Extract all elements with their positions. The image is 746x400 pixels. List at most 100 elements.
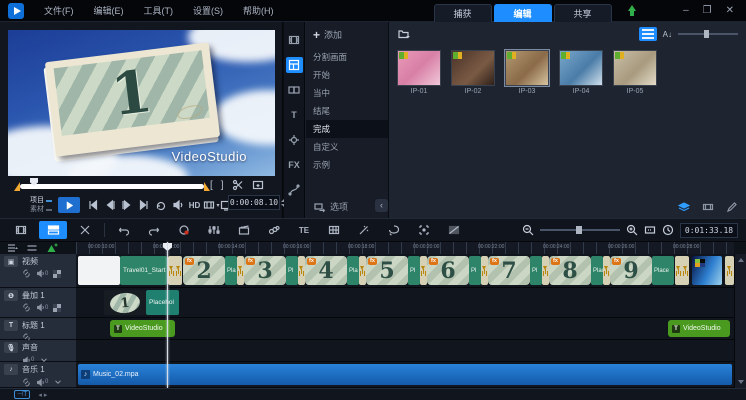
clip-number[interactable]: fx8 xyxy=(549,256,591,285)
clip-trans[interactable] xyxy=(675,256,689,285)
clip-mini[interactable]: Plac xyxy=(591,256,603,285)
time-remap-button[interactable] xyxy=(412,221,436,239)
media-library-icon[interactable] xyxy=(286,32,303,48)
redo-button[interactable] xyxy=(142,221,166,239)
track-list-icon[interactable] xyxy=(6,242,19,254)
video-preview[interactable]: 1 VideoStudio xyxy=(8,30,275,176)
category-当中[interactable]: 当中 xyxy=(306,84,388,102)
storyboard-view-button[interactable] xyxy=(9,221,33,239)
clip-photo[interactable]: 1 xyxy=(104,290,146,315)
track-checker-icon[interactable] xyxy=(53,304,61,312)
clip-mini[interactable]: Pla xyxy=(225,256,237,285)
auto-music-button[interactable] xyxy=(232,221,256,239)
undo-button[interactable] xyxy=(112,221,136,239)
mode-toggle[interactable]: 项目 素材 xyxy=(30,197,52,213)
clip-mini[interactable]: Pl xyxy=(286,256,298,285)
preview-scrubber[interactable] xyxy=(14,182,210,192)
category-完成[interactable]: 完成 xyxy=(306,120,388,138)
instant-project-icon[interactable] xyxy=(286,57,303,73)
zoom-ratio-dropdown[interactable]: ▾ xyxy=(203,197,220,213)
mark-in-button[interactable]: [ xyxy=(210,180,213,191)
clip-mini[interactable]: Place xyxy=(652,256,674,285)
template-item[interactable]: IP-04 xyxy=(559,50,603,95)
clip-trans[interactable] xyxy=(603,256,610,285)
transition-icon[interactable] xyxy=(286,82,303,98)
clip-number[interactable]: fx9 xyxy=(610,256,652,285)
play-button[interactable] xyxy=(58,197,80,213)
end-button[interactable] xyxy=(135,197,152,213)
track-chev-icon[interactable] xyxy=(53,377,63,387)
nav-arrows-icon[interactable]: ◂ ▸ xyxy=(38,391,47,399)
prev-frame-button[interactable] xyxy=(101,197,118,213)
clip-mini[interactable]: Pl xyxy=(469,256,481,285)
clip-number[interactable]: fx7 xyxy=(488,256,530,285)
zoom-in-button[interactable] xyxy=(626,224,638,236)
track-header-视频[interactable]: ▣视频0 xyxy=(0,254,76,288)
home-button[interactable] xyxy=(84,197,101,213)
category-开始[interactable]: 开始 xyxy=(306,66,388,84)
clip-blank[interactable] xyxy=(78,256,120,285)
clip-title[interactable]: TVideoStudio xyxy=(668,320,730,337)
timeline-view-button[interactable] xyxy=(39,221,67,239)
ripple-edit-icon[interactable]: ⊣T xyxy=(14,390,30,399)
clip-number[interactable]: fx4 xyxy=(305,256,347,285)
category-自定义[interactable]: 自定义 xyxy=(306,138,388,156)
track-checker-icon[interactable] xyxy=(53,270,61,278)
mode-project-label[interactable]: 项目 xyxy=(30,197,44,204)
track-header-音乐 1[interactable]: ♪音乐 10 xyxy=(0,362,76,388)
collapse-panel-button[interactable]: ‹ xyxy=(375,199,388,212)
playhead[interactable] xyxy=(167,242,168,388)
clip-trans[interactable] xyxy=(237,256,244,285)
preview-timecode[interactable]: 0:00:08.10 xyxy=(228,195,280,210)
track-link-icon[interactable] xyxy=(22,269,31,278)
clip-trans[interactable] xyxy=(542,256,549,285)
timeline-ruler[interactable]: 00:00:10:0000:00:12:0000:00:14:0000:00:1… xyxy=(76,242,734,254)
add-category-button[interactable]: + 添加 xyxy=(306,22,388,48)
menu-item-4[interactable]: 帮助(H) xyxy=(233,0,284,22)
track-link-icon[interactable] xyxy=(22,378,31,387)
clip-trans[interactable] xyxy=(725,256,734,285)
mode-clip-label[interactable]: 素材 xyxy=(30,206,44,213)
track-header-标题 1[interactable]: T标题 1 xyxy=(0,318,76,340)
clip-number[interactable]: fx6 xyxy=(427,256,469,285)
repeat-button[interactable] xyxy=(152,197,169,213)
timeline-scrollbar[interactable] xyxy=(734,254,746,388)
category-分割画面[interactable]: 分割画面 xyxy=(306,48,388,66)
track-link-icon[interactable] xyxy=(22,303,31,312)
graphic-icon[interactable] xyxy=(286,132,303,148)
clip-number[interactable]: fx2 xyxy=(183,256,225,285)
category-示例[interactable]: 示例 xyxy=(306,156,388,174)
thumbnail-size-slider[interactable] xyxy=(678,29,738,39)
clip-trans[interactable] xyxy=(359,256,366,285)
track-row-title[interactable]: TVideoStudioTVideoStudio xyxy=(76,318,734,340)
edit-view-icon[interactable] xyxy=(724,201,740,213)
add-track-icon[interactable] xyxy=(45,242,58,254)
menu-item-0[interactable]: 文件(F) xyxy=(34,0,84,22)
options-button[interactable]: 选项 xyxy=(306,200,348,213)
mark-out-button[interactable]: ] xyxy=(221,180,224,191)
enlarge-preview-button[interactable] xyxy=(252,179,264,191)
sound-mixer-button[interactable] xyxy=(202,221,226,239)
zoom-out-button[interactable] xyxy=(522,224,534,236)
clip-trans[interactable] xyxy=(420,256,427,285)
next-frame-button[interactable] xyxy=(118,197,135,213)
clip-mini[interactable]: Pl xyxy=(408,256,420,285)
track-vol-icon[interactable]: 0 xyxy=(36,303,48,312)
tab-编辑[interactable]: 编辑 xyxy=(494,4,552,22)
title-icon[interactable]: T xyxy=(286,107,303,123)
clip-trans[interactable] xyxy=(298,256,305,285)
template-item[interactable]: IP-03 xyxy=(505,50,549,95)
track-row-video[interactable]: Travel01_Startfx2Plafx3Plfx4Plafx5Plfx6P… xyxy=(76,254,734,288)
clip-trans[interactable] xyxy=(168,256,182,285)
fit-project-button[interactable] xyxy=(644,224,656,236)
track-row-music[interactable]: ♪Music_02.mpa xyxy=(76,362,734,388)
window-minimize-button[interactable]: – xyxy=(683,5,689,16)
list-view-toggle[interactable] xyxy=(639,27,657,41)
record-capture-button[interactable] xyxy=(172,221,196,239)
tab-共享[interactable]: 共享 xyxy=(554,4,612,22)
timeline-zoom-slider[interactable] xyxy=(540,225,620,235)
library-view-icon[interactable] xyxy=(676,201,692,213)
import-folder-icon[interactable] xyxy=(397,28,410,40)
clip-number[interactable]: fx3 xyxy=(244,256,286,285)
motion-path-icon[interactable] xyxy=(286,182,303,198)
